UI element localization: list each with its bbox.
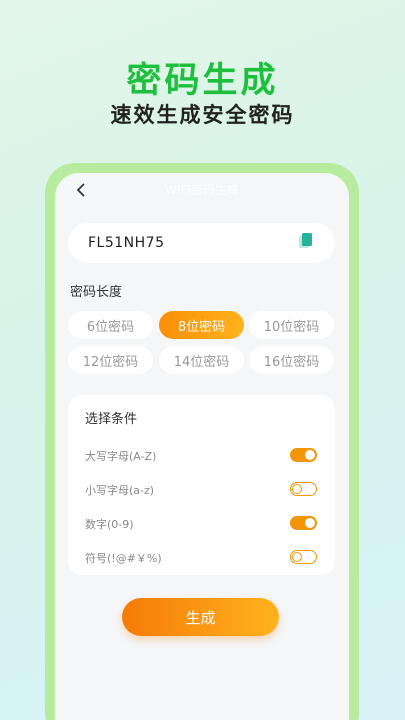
app-screen: WIFI密码生成 FL51NH75 密码长度 6位密码 8位密码 10位密码 1…	[55, 173, 349, 720]
copy-icon	[299, 233, 312, 248]
toggle-knob	[292, 483, 302, 494]
hero-title: 密码生成	[126, 61, 279, 101]
phone-mockup: WIFI密码生成 FL51NH75 密码长度 6位密码 8位密码 10位密码 1…	[45, 163, 359, 720]
copy-button[interactable]	[297, 232, 315, 254]
option-symbols-toggle[interactable]	[290, 550, 317, 564]
length-label: 密码长度	[70, 285, 123, 300]
conditions-card: 选择条件 大写字母(A-Z) 小写字母(a-z) 数字(0-9) 符号(!@#￥…	[68, 395, 335, 575]
option-digits-toggle[interactable]	[290, 516, 317, 530]
hero-subtitle: 速效生成安全密码	[110, 103, 295, 127]
toggle-knob	[305, 518, 315, 528]
conditions-title: 选择条件	[85, 412, 138, 427]
option-lowercase-toggle[interactable]	[290, 482, 317, 496]
length-option-12[interactable]: 12位密码	[68, 346, 153, 374]
length-option-8[interactable]: 8位密码	[159, 311, 244, 339]
toggle-knob	[292, 551, 302, 562]
option-symbols-label: 符号(!@#￥%)	[85, 552, 162, 565]
length-option-10[interactable]: 10位密码	[249, 311, 334, 339]
option-uppercase-toggle[interactable]	[290, 448, 317, 462]
password-value: FL51NH75	[88, 235, 165, 251]
option-digits-label: 数字(0-9)	[85, 518, 134, 531]
length-option-14[interactable]: 14位密码	[159, 346, 244, 374]
length-option-16[interactable]: 16位密码	[249, 346, 334, 374]
option-uppercase-label: 大写字母(A-Z)	[85, 450, 157, 463]
toggle-knob	[305, 450, 315, 460]
nav-title: WIFI密码生成	[165, 183, 239, 197]
option-lowercase-label: 小写字母(a-z)	[85, 484, 155, 497]
length-option-6[interactable]: 6位密码	[68, 311, 153, 339]
generate-button[interactable]: 生成	[122, 598, 279, 636]
password-display: FL51NH75	[68, 223, 335, 263]
